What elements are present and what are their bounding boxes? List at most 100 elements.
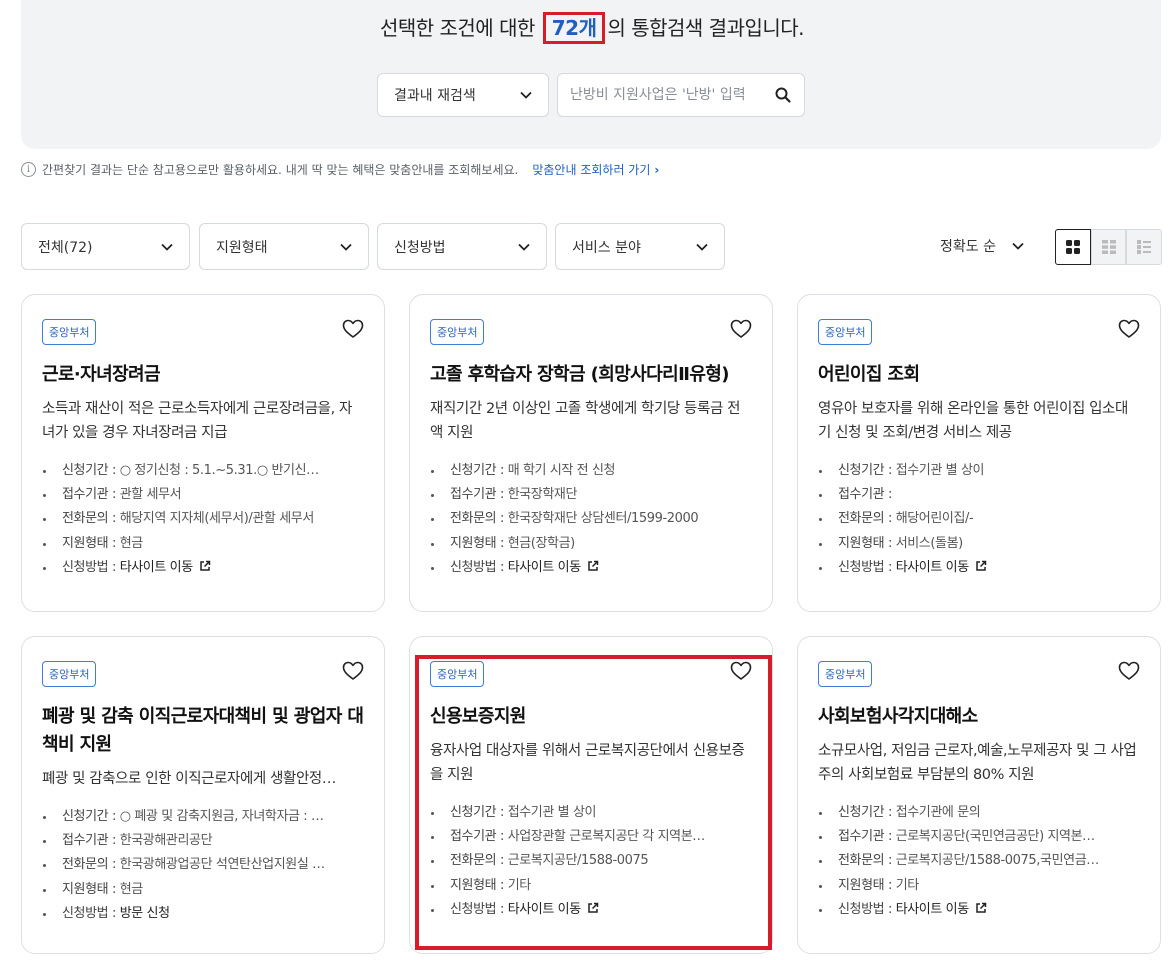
heart-icon[interactable] (730, 319, 752, 339)
filter-service-field-label: 서비스 분야 (572, 239, 641, 256)
external-site-link[interactable]: 타사이트 이동 (508, 560, 581, 575)
heart-icon[interactable] (342, 319, 364, 339)
info-type: 지원형태 : 현금(장학금) (430, 532, 752, 556)
external-site-link[interactable]: 타사이트 이동 (896, 560, 969, 575)
card-info-list: 신청기간 : 접수기관 별 상이 접수기관 : 전화문의 : 해당어린이집/- … (818, 459, 1140, 580)
info-period: 신청기간 : 접수기관 별 상이 (430, 801, 752, 825)
info-method: 신청방법 : 방문 신청 (42, 902, 364, 926)
info-phone: 전화문의 : 해당어린이집/- (818, 507, 1140, 531)
result-heading-suffix: 의 통합검색 결과입니다. (607, 16, 805, 40)
info-type: 지원형태 : 기타 (818, 874, 1140, 898)
service-card[interactable]: 중앙부처 신용보증지원 융자사업 대상자를 위해서 근로복지공단에서 신용보증을… (409, 636, 773, 954)
agency-badge: 중앙부처 (430, 319, 485, 345)
info-org: 접수기관 : 관할 세무서 (42, 483, 364, 507)
card-title: 근로·자녀장려금 (42, 364, 161, 385)
notice: i 간편찾기 결과는 단순 참고용으로만 활용하세요. 내게 딱 맞는 혜택은 … (21, 161, 659, 178)
heart-icon[interactable] (342, 661, 364, 681)
info-method: 신청방법 : 타사이트 이동 (430, 898, 752, 922)
notice-text: 간편찾기 결과는 단순 참고용으로만 활용하세요. 내게 딱 맞는 혜택은 맞춤… (42, 163, 519, 177)
filter-support-type[interactable]: 지원형태 (199, 223, 369, 270)
heart-icon[interactable] (1118, 661, 1140, 681)
external-site-link[interactable]: 타사이트 이동 (896, 902, 969, 917)
card-title: 신용보증지원 (430, 706, 526, 727)
info-org: 접수기관 : (818, 483, 1140, 507)
agency-badge: 중앙부처 (818, 661, 873, 687)
info-phone: 전화문의 : 근로복지공단/1588-0075,국민연금… (818, 849, 1140, 873)
info-org: 접수기관 : 사업장관할 근로복지공단 각 지역본… (430, 825, 752, 849)
search-scope-select[interactable]: 결과내 재검색 (377, 73, 549, 117)
info-icon: i (21, 162, 36, 177)
card-description: 소득과 재산이 적은 근로소득자에게 근로장려금을, 자녀가 있을 경우 자녀장… (42, 401, 352, 441)
info-period: 신청기간 : ○ 폐광 및 감축지원금, 자녀학자금 : … (42, 805, 364, 829)
heart-icon[interactable] (730, 661, 752, 681)
chevron-down-icon (518, 243, 530, 251)
service-card[interactable]: 중앙부처 고졸 후학습자 장학금 (희망사다리Ⅱ유형) 재직기간 2년 이상인 … (409, 294, 773, 612)
info-type: 지원형태 : 서비스(돌봄) (818, 532, 1140, 556)
info-method: 신청방법 : 타사이트 이동 (818, 898, 1140, 922)
sort-select[interactable]: 정확도 순 (940, 236, 1024, 256)
card-description: 재직기간 2년 이상인 고졸 학생에게 학기당 등록금 전액 지원 (430, 401, 741, 441)
search-icon[interactable] (774, 86, 792, 104)
search-scope-label: 결과내 재검색 (394, 88, 476, 104)
filter-support-type-label: 지원형태 (216, 239, 268, 256)
filter-apply-method-label: 신청방법 (394, 239, 446, 256)
filter-apply-method[interactable]: 신청방법 (377, 223, 547, 270)
view-toggle (1055, 229, 1163, 265)
card-title: 고졸 후학습자 장학금 (희망사다리Ⅱ유형) (430, 364, 729, 385)
service-card[interactable]: 중앙부처 어린이집 조회 영유아 보호자를 위해 온라인을 통한 어린이집 입소… (797, 294, 1161, 612)
agency-badge: 중앙부처 (430, 661, 485, 687)
info-phone: 전화문의 : 한국광해광업공단 석연탄산업지원실 … (42, 853, 364, 877)
info-method: 신청방법 : 타사이트 이동 (430, 556, 752, 580)
filter-service-field[interactable]: 서비스 분야 (555, 223, 725, 270)
apply-method-value: 방문 신청 (119, 905, 170, 921)
external-link-icon (976, 560, 987, 571)
list-view-button[interactable] (1126, 229, 1163, 265)
grid-icon (1065, 240, 1080, 254)
info-org: 접수기관 : 한국장학재단 (430, 483, 752, 507)
card-info-list: 신청기간 : 매 학기 시작 전 신청 접수기관 : 한국장학재단 전화문의 :… (430, 459, 752, 580)
info-type: 지원형태 : 현금 (42, 532, 364, 556)
card-description: 영유아 보호자를 위해 온라인을 통한 어린이집 입소대기 신청 및 조회/변경… (818, 401, 1128, 441)
info-org: 접수기관 : 근로복지공단(국민연금공단) 지역본… (818, 825, 1140, 849)
heart-icon[interactable] (1118, 319, 1140, 339)
card-info-list: 신청기간 : ○ 폐광 및 감축지원금, 자녀학자금 : … 접수기관 : 한국… (42, 805, 364, 926)
filter-all-label: 전체(72) (38, 239, 93, 256)
info-phone: 전화문의 : 해당지역 지자체(세무서)/관할 세무서 (42, 507, 364, 531)
result-count: 72개 (551, 16, 597, 40)
external-site-link[interactable]: 타사이트 이동 (120, 560, 193, 575)
info-org: 접수기관 : 한국광해관리공단 (42, 829, 364, 853)
custom-guide-link[interactable]: 맞춤안내 조회하러 가기 › (532, 161, 659, 178)
info-type: 지원형태 : 현금 (42, 878, 364, 902)
search-input[interactable] (570, 87, 765, 103)
card-description: 폐광 및 감축으로 인한 이직근로자에게 생활안정… (42, 771, 336, 787)
compact-grid-icon (1101, 240, 1116, 254)
info-period: 신청기간 : 매 학기 시작 전 신청 (430, 459, 752, 483)
chevron-down-icon (340, 243, 352, 251)
card-description: 융자사업 대상자를 위해서 근로복지공단에서 신용보증을 지원 (430, 743, 745, 783)
result-count-highlight: 72개 (542, 12, 606, 44)
chevron-down-icon (520, 91, 532, 99)
info-phone: 전화문의 : 근로복지공단/1588-0075 (430, 849, 752, 873)
card-title: 어린이집 조회 (818, 364, 920, 385)
chevron-right-icon: › (654, 163, 660, 177)
service-card[interactable]: 중앙부처 사회보험사각지대해소 소규모사업, 저임금 근로자,예술,노무제공자 … (797, 636, 1161, 954)
card-description: 소규모사업, 저임금 근로자,예술,노무제공자 및 그 사업주의 사회보험료 부… (818, 743, 1137, 783)
external-link-icon (588, 560, 599, 571)
card-title: 사회보험사각지대해소 (818, 706, 978, 727)
external-site-link[interactable]: 타사이트 이동 (508, 902, 581, 917)
search-box (557, 73, 805, 117)
sort-label: 정확도 순 (940, 239, 996, 255)
result-heading-prefix: 선택한 조건에 대한 (379, 16, 541, 40)
service-card[interactable]: 중앙부처 근로·자녀장려금 소득과 재산이 적은 근로소득자에게 근로장려금을,… (21, 294, 385, 612)
card-info-list: 신청기간 : 접수기관 별 상이 접수기관 : 사업장관할 근로복지공단 각 지… (430, 801, 752, 922)
chevron-down-icon (161, 243, 173, 251)
info-period: 신청기간 : 접수기관 별 상이 (818, 459, 1140, 483)
list-icon (1137, 240, 1152, 254)
result-heading: 선택한 조건에 대한 72개 의 통합검색 결과입니다. (0, 12, 1173, 44)
service-card[interactable]: 중앙부처 폐광 및 감축 이직근로자대책비 및 광업자 대책비 지원 폐광 및 … (21, 636, 385, 954)
filter-all[interactable]: 전체(72) (21, 223, 190, 270)
agency-badge: 중앙부처 (42, 319, 97, 345)
chevron-down-icon (1012, 242, 1024, 250)
grid-view-button[interactable] (1055, 229, 1091, 265)
compact-grid-view-button[interactable] (1090, 229, 1127, 265)
